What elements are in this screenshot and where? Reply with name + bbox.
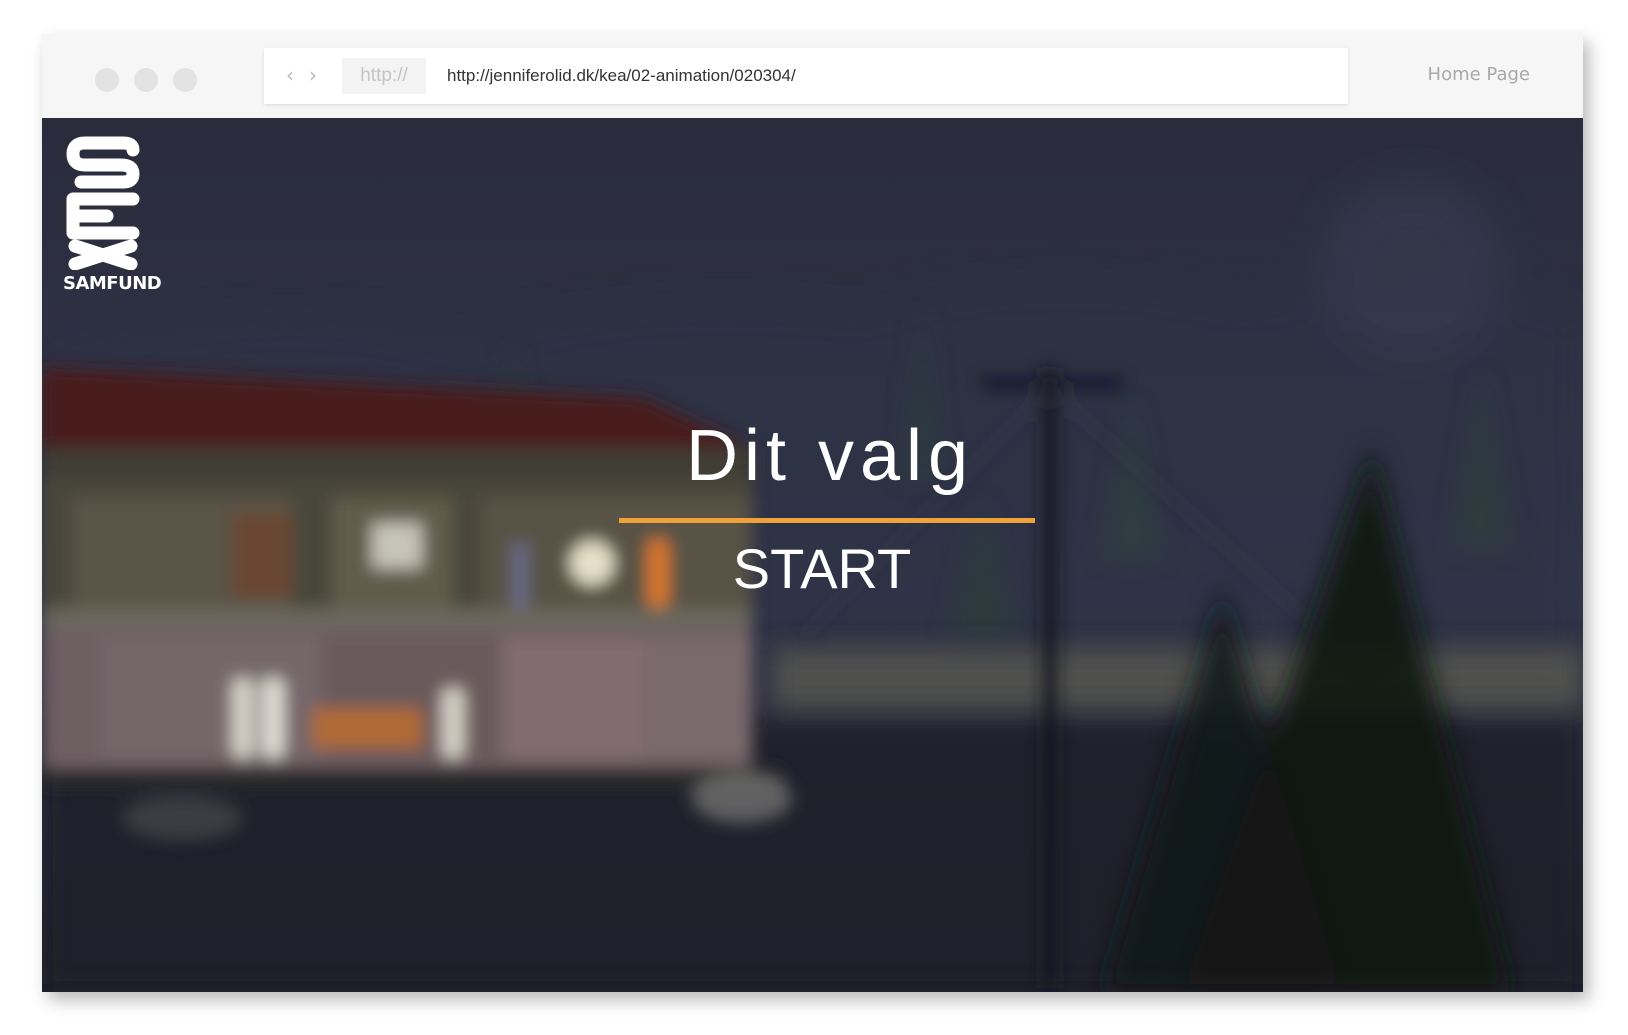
browser-window: ‹ › http:// http://jenniferolid.dk/kea/0… [42,34,1583,992]
chevron-right-icon[interactable]: › [309,64,317,86]
window-maximize-dot[interactable] [173,68,197,92]
chevron-left-icon[interactable]: ‹ [286,64,294,86]
home-page-link[interactable]: Home Page [1428,62,1530,88]
page-viewport: SAMFUND Dit valg START [42,118,1583,992]
title-underline [619,518,1035,523]
url-text[interactable]: http://jenniferolid.dk/kea/02-animation/… [447,63,796,89]
window-minimize-dot[interactable] [134,68,158,92]
logo-sex-mark [66,136,140,271]
logo-samfund-text: SAMFUND [63,273,162,294]
window-close-dot[interactable] [95,68,119,92]
browser-toolbar: ‹ › http:// http://jenniferolid.dk/kea/0… [42,34,1583,118]
start-button[interactable]: START [722,536,922,602]
address-bar[interactable]: ‹ › http:// http://jenniferolid.dk/kea/0… [264,48,1348,104]
sex-samfund-logo[interactable]: SAMFUND [63,136,162,300]
protocol-label: http:// [342,58,426,94]
page-title: Dit valg [685,416,975,496]
